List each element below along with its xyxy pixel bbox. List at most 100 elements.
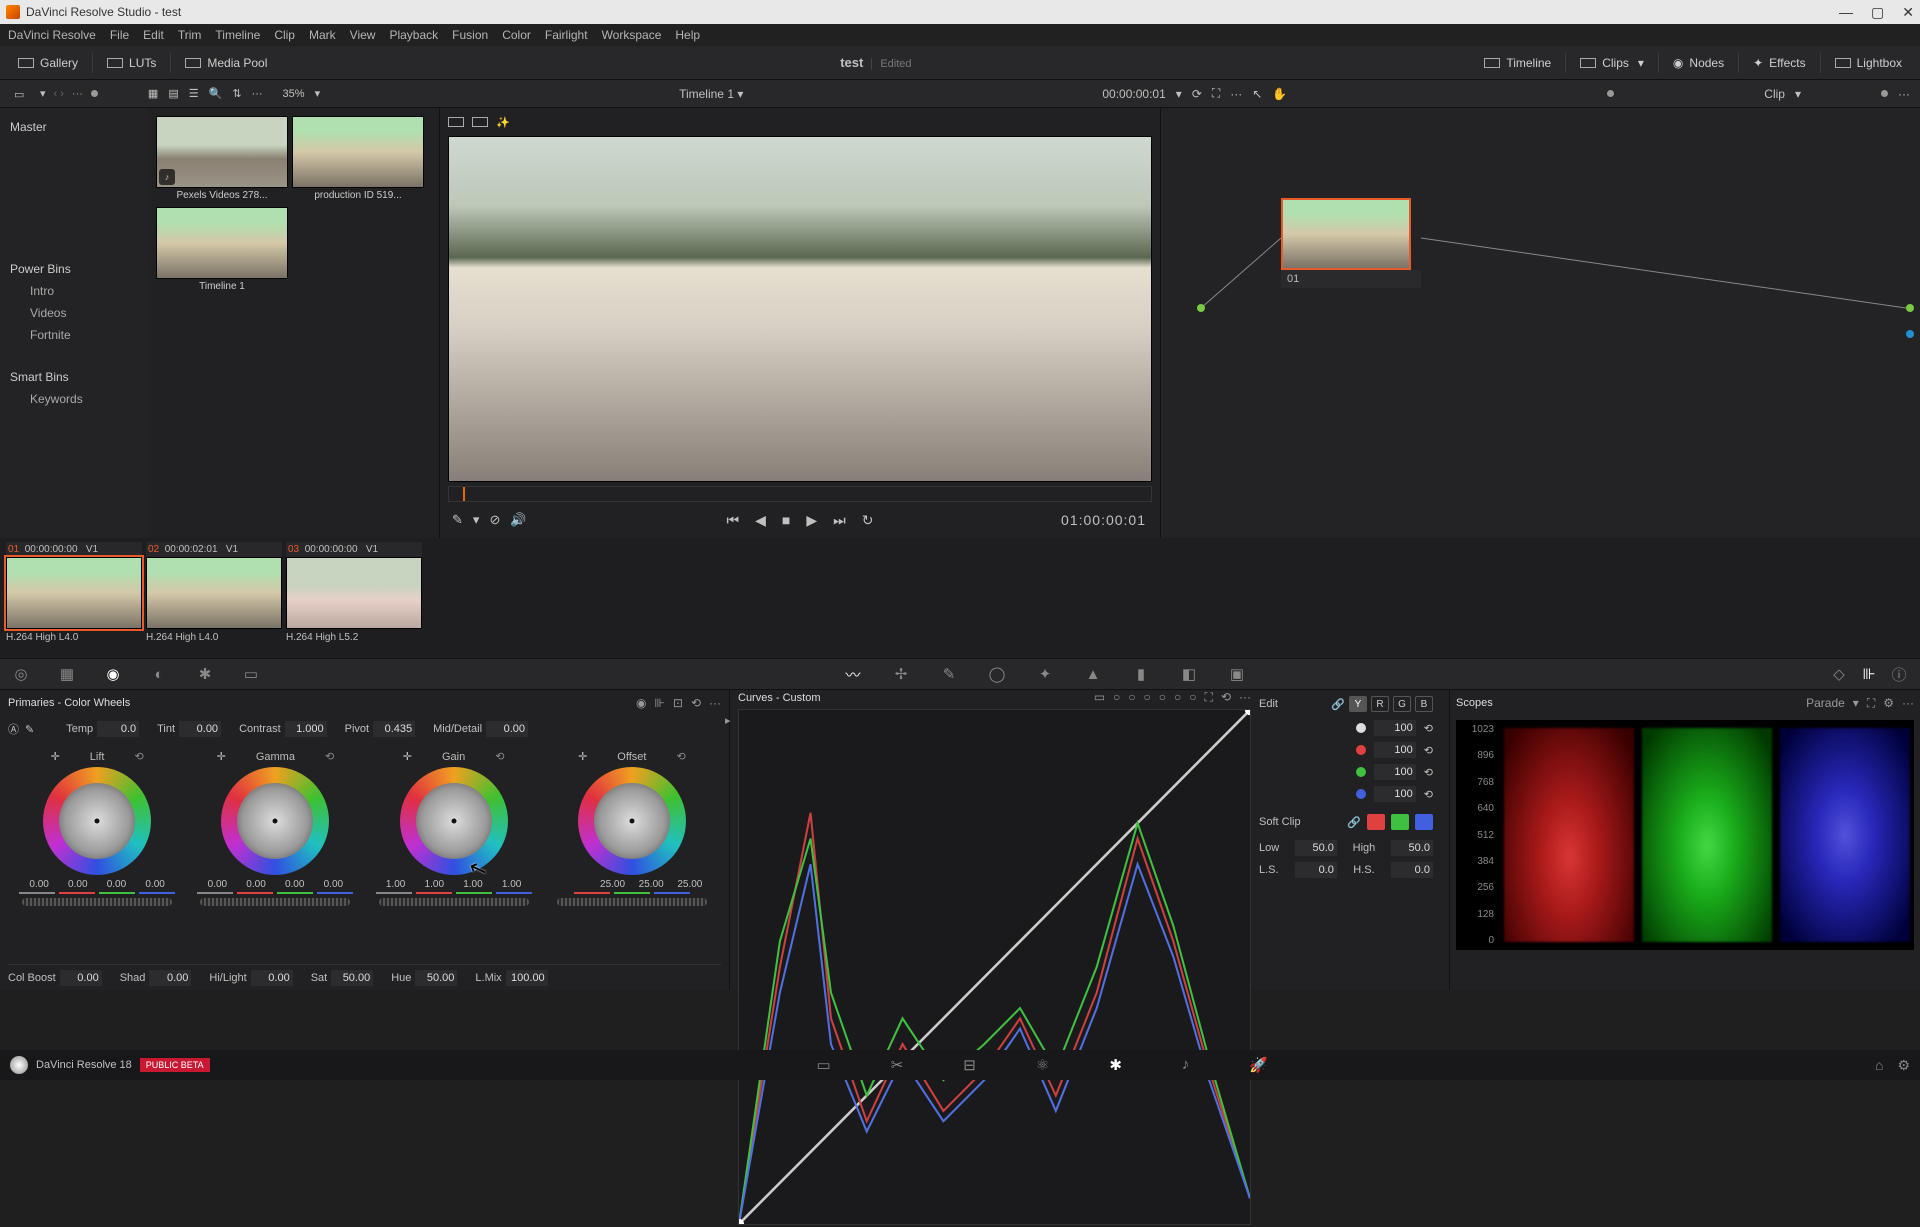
bars-mode-icon[interactable]: ⊪ — [654, 696, 664, 710]
yrgb-toggle[interactable]: ✛ — [403, 750, 412, 763]
green-intensity[interactable]: 100 — [1374, 764, 1416, 780]
pick-white-icon[interactable]: ✎ — [25, 723, 34, 736]
sc-green[interactable] — [1391, 814, 1409, 830]
options-icon[interactable]: ··· — [1239, 690, 1251, 705]
highlight-icon[interactable] — [448, 117, 464, 127]
sc-blue[interactable] — [1415, 814, 1433, 830]
auto-balance-icon[interactable]: Ⓐ — [8, 721, 19, 737]
sat-input[interactable]: 50.00 — [331, 970, 373, 986]
unmix-icon[interactable]: ⊘ — [489, 512, 500, 528]
tracker-icon[interactable]: ✦ — [1034, 665, 1056, 683]
red-intensity[interactable]: 100 — [1374, 742, 1416, 758]
record-icon[interactable] — [91, 90, 98, 97]
log-mode-icon[interactable]: ⊡ — [673, 696, 683, 710]
lum-intensity[interactable]: 100 — [1374, 720, 1416, 736]
menu-playback[interactable]: Playback — [389, 28, 438, 42]
media-timeline[interactable]: Timeline 1 — [156, 207, 288, 294]
keyframes-icon[interactable]: ◇ — [1828, 665, 1850, 683]
mediapool-button[interactable]: Media Pool — [177, 52, 275, 74]
reset-icon[interactable]: ⟲ — [1424, 788, 1433, 801]
bin-videos[interactable]: Videos — [0, 302, 148, 324]
settings-icon[interactable]: ⚙ — [1883, 696, 1894, 711]
thumb-view-icon[interactable]: ▤ — [168, 87, 178, 100]
lift-jog[interactable] — [22, 898, 172, 906]
curves-icon[interactable]: 〰 — [842, 665, 864, 683]
hdr-icon[interactable]: ◐ — [148, 665, 170, 683]
y-channel-chip[interactable]: Y — [1349, 696, 1367, 712]
ls-input[interactable]: 0.0 — [1295, 862, 1337, 878]
yrgb-toggle[interactable]: ✛ — [217, 750, 226, 763]
menu-davinci[interactable]: DaVinci Resolve — [8, 28, 96, 42]
rgb-mixer-icon[interactable]: ✱ — [194, 665, 216, 683]
offset-wheel[interactable] — [578, 767, 686, 875]
warper-icon[interactable]: ✢ — [890, 665, 912, 683]
viewer-scrubber[interactable] — [448, 486, 1152, 502]
colboost-input[interactable]: 0.00 — [60, 970, 102, 986]
home-icon[interactable]: ⌂ — [1875, 1057, 1883, 1074]
high-input[interactable]: 50.0 — [1391, 840, 1433, 856]
reset-icon[interactable]: ⟲ — [1424, 744, 1433, 757]
expand-icon[interactable]: ⛶ — [1205, 690, 1213, 705]
next-frame-button[interactable]: ⏭ — [833, 512, 846, 529]
nodes-button[interactable]: ◉Nodes — [1665, 52, 1732, 74]
reset-icon[interactable]: ⟲ — [325, 750, 334, 763]
blur-icon[interactable]: ▮ — [1130, 665, 1152, 683]
reset-icon[interactable]: ⟲ — [1424, 722, 1433, 735]
list-view-icon[interactable]: ☰ — [189, 87, 199, 100]
first-frame-button[interactable]: ⏮ — [727, 512, 740, 529]
gain-wheel[interactable] — [400, 767, 508, 875]
menu-clip[interactable]: Clip — [274, 28, 295, 42]
media-clip[interactable]: ♪Pexels Videos 278... — [156, 116, 288, 203]
chevron-down-icon[interactable]: ▾ — [737, 87, 743, 101]
viewer-layout-icon[interactable]: ▭ — [14, 88, 28, 100]
chevron-down-icon[interactable]: ▾ — [473, 512, 480, 528]
lightbox-button[interactable]: Lightbox — [1827, 52, 1910, 74]
fusion-page-icon[interactable]: ⚛ — [1036, 1056, 1049, 1074]
info-icon[interactable]: ⓘ — [1888, 665, 1910, 683]
prev-frame-button[interactable]: ◀ — [755, 512, 766, 529]
middetail-input[interactable]: 0.00 — [486, 721, 528, 737]
timeline-button[interactable]: Timeline — [1476, 52, 1559, 74]
gallery-button[interactable]: Gallery — [10, 52, 86, 74]
lift-wheel[interactable] — [43, 767, 151, 875]
tint-input[interactable]: 0.00 — [179, 721, 221, 737]
options-icon[interactable]: ··· — [1902, 696, 1914, 711]
link-icon[interactable]: 🔗 — [1347, 816, 1361, 829]
search-icon[interactable]: 🔍 — [209, 87, 223, 100]
close-button[interactable]: ✕ — [1902, 4, 1914, 21]
lmix-input[interactable]: 100.00 — [506, 970, 548, 986]
magic-mask-icon[interactable]: ▲ — [1082, 665, 1104, 683]
hand-icon[interactable]: ✋ — [1272, 87, 1287, 101]
menu-view[interactable]: View — [350, 28, 376, 42]
refresh-icon[interactable]: ⟳ — [1192, 87, 1202, 101]
g-channel-chip[interactable]: G — [1393, 696, 1411, 712]
yrgb-toggle[interactable]: ✛ — [578, 750, 587, 763]
media-clip[interactable]: production ID 519... — [292, 116, 424, 203]
menu-workspace[interactable]: Workspace — [602, 28, 662, 42]
options-icon[interactable]: ··· — [252, 88, 263, 100]
split-icon[interactable] — [472, 117, 488, 127]
reset-icon[interactable]: ⟲ — [134, 750, 143, 763]
master-bin[interactable]: Master — [0, 116, 148, 138]
edit-page-icon[interactable]: ⊟ — [963, 1056, 976, 1074]
gamma-jog[interactable] — [200, 898, 350, 906]
color-wheels-icon[interactable]: ◉ — [102, 665, 124, 683]
timeline-clip[interactable]: 01 00:00:00:00 V1 H.264 High L4.0 — [6, 542, 142, 643]
reset-icon[interactable]: ⟲ — [691, 696, 701, 710]
color-page-icon[interactable]: ✱ — [1109, 1056, 1122, 1074]
node-graph[interactable]: 01 — [1160, 108, 1920, 538]
chevron-down-icon[interactable]: ▾ — [40, 87, 46, 100]
reset-icon[interactable]: ⟲ — [495, 750, 504, 763]
color-checker-icon[interactable]: ▦ — [56, 665, 78, 683]
key-icon[interactable]: ◧ — [1178, 665, 1200, 683]
clips-button[interactable]: Clips▾ — [1572, 52, 1652, 74]
bin-fortnite[interactable]: Fortnite — [0, 324, 148, 346]
effects-button[interactable]: ✦Effects — [1745, 52, 1814, 74]
scope-mode[interactable]: Parade — [1806, 696, 1845, 711]
blue-intensity[interactable]: 100 — [1374, 786, 1416, 802]
bin-intro[interactable]: Intro — [0, 280, 148, 302]
menu-color[interactable]: Color — [502, 28, 531, 42]
magic-icon[interactable]: ✨ — [496, 116, 510, 129]
smart-bins-header[interactable]: Smart Bins — [0, 366, 148, 388]
input-pin[interactable] — [1197, 304, 1205, 312]
